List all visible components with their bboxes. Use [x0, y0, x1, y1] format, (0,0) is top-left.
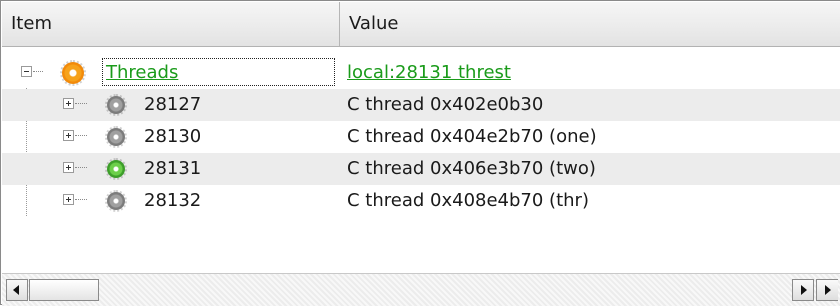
- horizontal-scrollbar[interactable]: [2, 273, 840, 306]
- thread-id: 28132: [144, 190, 202, 211]
- tree-row-thread[interactable]: 28130 C thread 0x404e2b70 (one): [2, 121, 840, 153]
- gear-grey-icon: [105, 190, 127, 212]
- scroll-right-button-secondary[interactable]: [816, 279, 838, 301]
- expand-toggle[interactable]: [63, 130, 74, 141]
- tree-row-thread[interactable]: 28127 C thread 0x402e0b30: [2, 89, 840, 121]
- thread-value: C thread 0x402e0b30: [347, 94, 544, 115]
- scrollbar-thumb[interactable]: [29, 279, 99, 301]
- expand-toggle[interactable]: [63, 98, 74, 109]
- thread-value: C thread 0x406e3b70 (two): [347, 158, 596, 179]
- tree-connector: [75, 167, 87, 168]
- thread-value: C thread 0x408e4b70 (thr): [347, 190, 589, 211]
- tree-row-thread[interactable]: 28132 C thread 0x408e4b70 (thr): [2, 185, 840, 217]
- tree-connector: [75, 199, 87, 200]
- tree-row-threads[interactable]: Threads local:28131 threst: [2, 57, 840, 89]
- scroll-right-button[interactable]: [792, 279, 814, 301]
- expand-toggle[interactable]: [63, 194, 74, 205]
- arrow-right-icon: [801, 285, 807, 295]
- thread-id: 28131: [144, 158, 202, 179]
- tree-connector: [33, 71, 43, 72]
- gear-grey-icon: [105, 126, 127, 148]
- tree-row-thread-current[interactable]: 28131 C thread 0x406e3b70 (two): [2, 153, 840, 185]
- thread-tree-view[interactable]: Item Value Threads local:28131 threst 28…: [0, 0, 840, 306]
- arrow-right-icon: [825, 285, 831, 295]
- tree-header: Item Value: [2, 2, 840, 47]
- tree-connector: [75, 135, 87, 136]
- scroll-left-button[interactable]: [6, 279, 28, 301]
- gear-green-icon: [105, 158, 127, 180]
- collapse-toggle[interactable]: [21, 66, 32, 77]
- gear-orange-icon: [60, 60, 86, 86]
- column-header-value[interactable]: Value: [340, 2, 840, 46]
- thread-id: 28127: [144, 94, 202, 115]
- thread-id: 28130: [144, 126, 202, 147]
- column-header-item[interactable]: Item: [2, 2, 340, 46]
- gear-grey-icon: [105, 94, 127, 116]
- threads-value[interactable]: local:28131 threst: [347, 57, 511, 89]
- tree-connector: [75, 103, 87, 104]
- thread-value: C thread 0x404e2b70 (one): [347, 126, 597, 147]
- arrow-left-icon: [13, 285, 19, 295]
- threads-label[interactable]: Threads: [106, 57, 178, 89]
- expand-toggle[interactable]: [63, 162, 74, 173]
